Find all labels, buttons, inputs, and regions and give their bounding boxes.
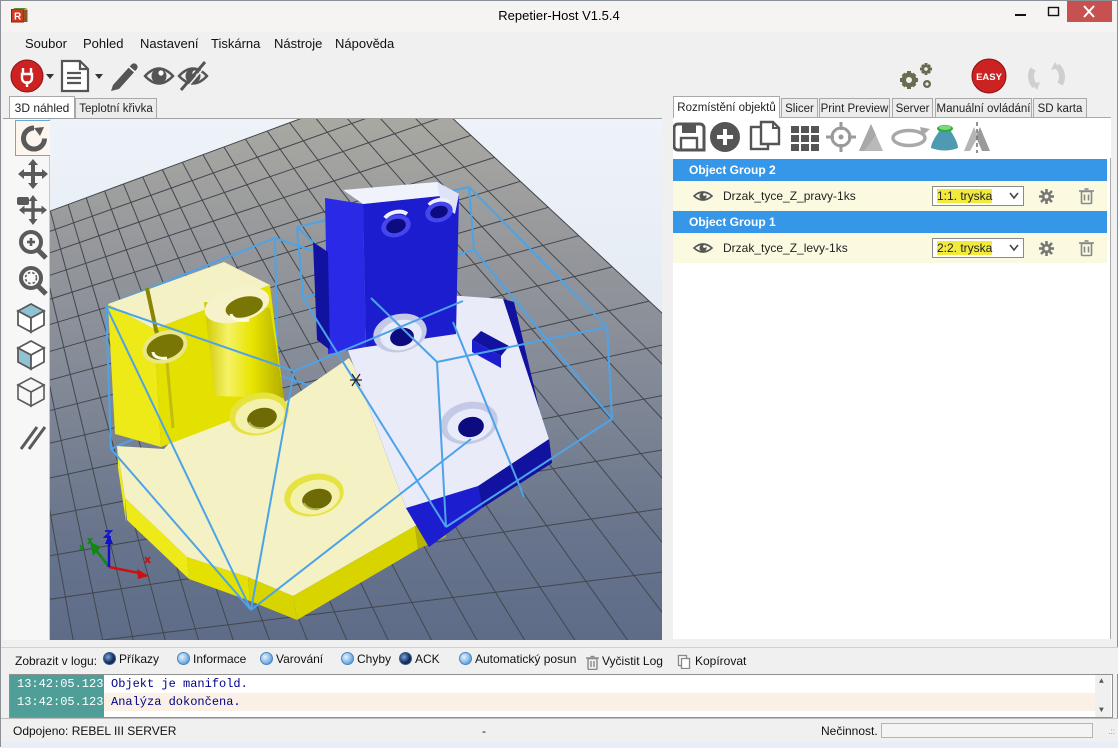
svg-text:EASY: EASY bbox=[976, 72, 1003, 83]
